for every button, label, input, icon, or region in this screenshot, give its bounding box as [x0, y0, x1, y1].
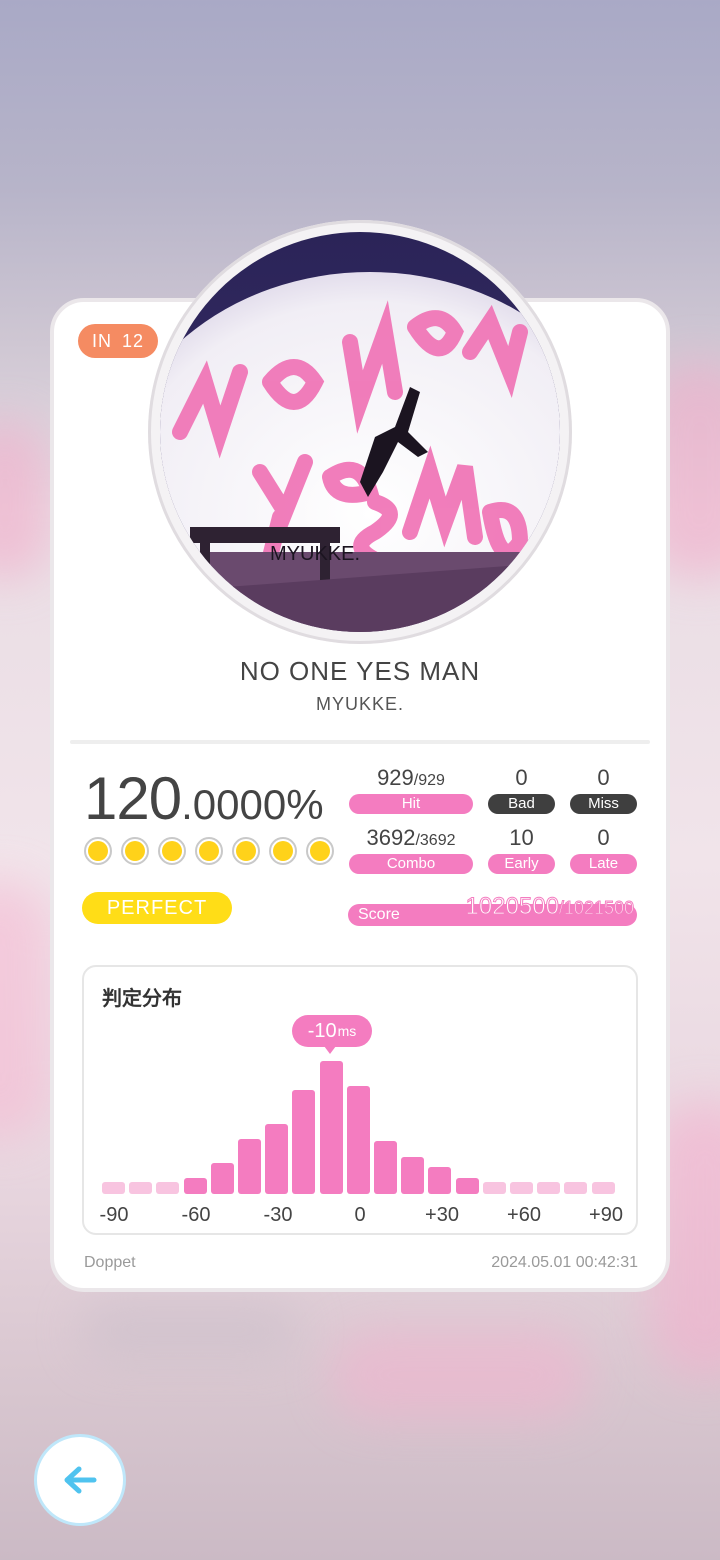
accuracy-fraction: .0000% [181, 781, 324, 828]
accuracy-whole: 120 [84, 765, 182, 832]
rating-dot [195, 837, 223, 865]
histogram-bar [183, 1178, 207, 1194]
rating-dot [158, 837, 186, 865]
late-stat: 0 Late [570, 824, 637, 874]
histogram-bar [591, 1182, 615, 1194]
bad-value: 0 [515, 765, 528, 790]
histogram-bar [564, 1182, 588, 1194]
combo-total: /3692 [415, 832, 456, 849]
early-stat: 10 Early [488, 824, 555, 874]
jacket-logo-text: MYUKKE. [270, 543, 360, 565]
early-value: 10 [509, 825, 534, 850]
divider [70, 740, 650, 744]
late-value: 0 [597, 825, 610, 850]
histogram-bar [537, 1182, 561, 1194]
back-button[interactable] [34, 1434, 126, 1526]
offset-value: -10 [307, 1019, 337, 1042]
histogram-bar [129, 1182, 153, 1194]
histogram-tick-label: 0 [354, 1204, 366, 1226]
song-title: NO ONE YES MAN [239, 656, 481, 686]
app-name: Doppet [84, 1254, 136, 1271]
combo-value: 3692 [366, 825, 416, 850]
rating-dot [232, 837, 260, 865]
rating-dot [269, 837, 297, 865]
histogram-bar [455, 1178, 479, 1194]
arrow-left-icon [64, 1466, 97, 1494]
histogram-bar [156, 1182, 180, 1194]
rating-dot [84, 837, 112, 865]
histogram-bar [102, 1182, 125, 1194]
score-total: /1021500 [558, 898, 634, 919]
histogram-bar [292, 1090, 316, 1194]
difficulty-label: IN [91, 330, 112, 351]
bad-stat: 0 Bad [488, 764, 555, 814]
score-value-display: 1020500/1021500 [465, 893, 635, 921]
histogram-tick-label: +90 [589, 1204, 623, 1226]
hit-stat: 929/929 Hit [349, 764, 473, 814]
histogram-bar [319, 1061, 343, 1194]
play-timestamp: 2024.05.01 00:42:31 [491, 1254, 638, 1271]
late-label: Late [570, 854, 637, 874]
song-artist: MYUKKE. [315, 694, 405, 714]
rating-dots [84, 837, 334, 865]
miss-stat: 0 Miss [570, 764, 637, 814]
offset-badge: -10 ms [292, 1015, 372, 1054]
histogram-tick-label: -30 [263, 1204, 293, 1226]
rank-badge: PERFECT [82, 892, 232, 924]
histogram-bar [346, 1086, 370, 1194]
offset-unit: ms [337, 1023, 357, 1039]
song-jacket-image: MYUKKE. [160, 232, 560, 632]
histogram-bar [428, 1167, 452, 1194]
histogram-bar [401, 1156, 425, 1194]
rating-dot [306, 837, 334, 865]
bad-label: Bad [488, 794, 555, 814]
score-label: Score [358, 906, 400, 923]
combo-label: Combo [349, 854, 473, 874]
miss-value: 0 [597, 765, 610, 790]
histogram-bar [374, 1140, 397, 1194]
hit-value: 929 [377, 765, 414, 790]
level-badge: IN 12 [78, 324, 158, 358]
histogram-bar [265, 1123, 289, 1194]
accuracy-display: 120.0000% [84, 764, 324, 833]
rating-dot [121, 837, 149, 865]
hit-label: Hit [349, 794, 473, 814]
distribution-title: 判定分布 [102, 988, 182, 1010]
combo-stat: 3692/3692 Combo [349, 824, 473, 874]
histogram-tick-label: +30 [425, 1204, 459, 1226]
histogram-tick-label: +60 [507, 1204, 541, 1226]
hit-total: /929 [413, 772, 445, 789]
histogram-bar [210, 1163, 234, 1194]
histogram-tick-label: -90 [99, 1204, 129, 1226]
histogram-bar [482, 1182, 506, 1194]
score-value: 1020500 [465, 893, 559, 921]
histogram-tick-label: -60 [181, 1204, 211, 1226]
miss-label: Miss [570, 794, 637, 814]
histogram-bar [238, 1139, 261, 1194]
level-value: 12 [121, 330, 145, 351]
early-label: Early [488, 854, 555, 874]
histogram-bar [510, 1182, 533, 1194]
